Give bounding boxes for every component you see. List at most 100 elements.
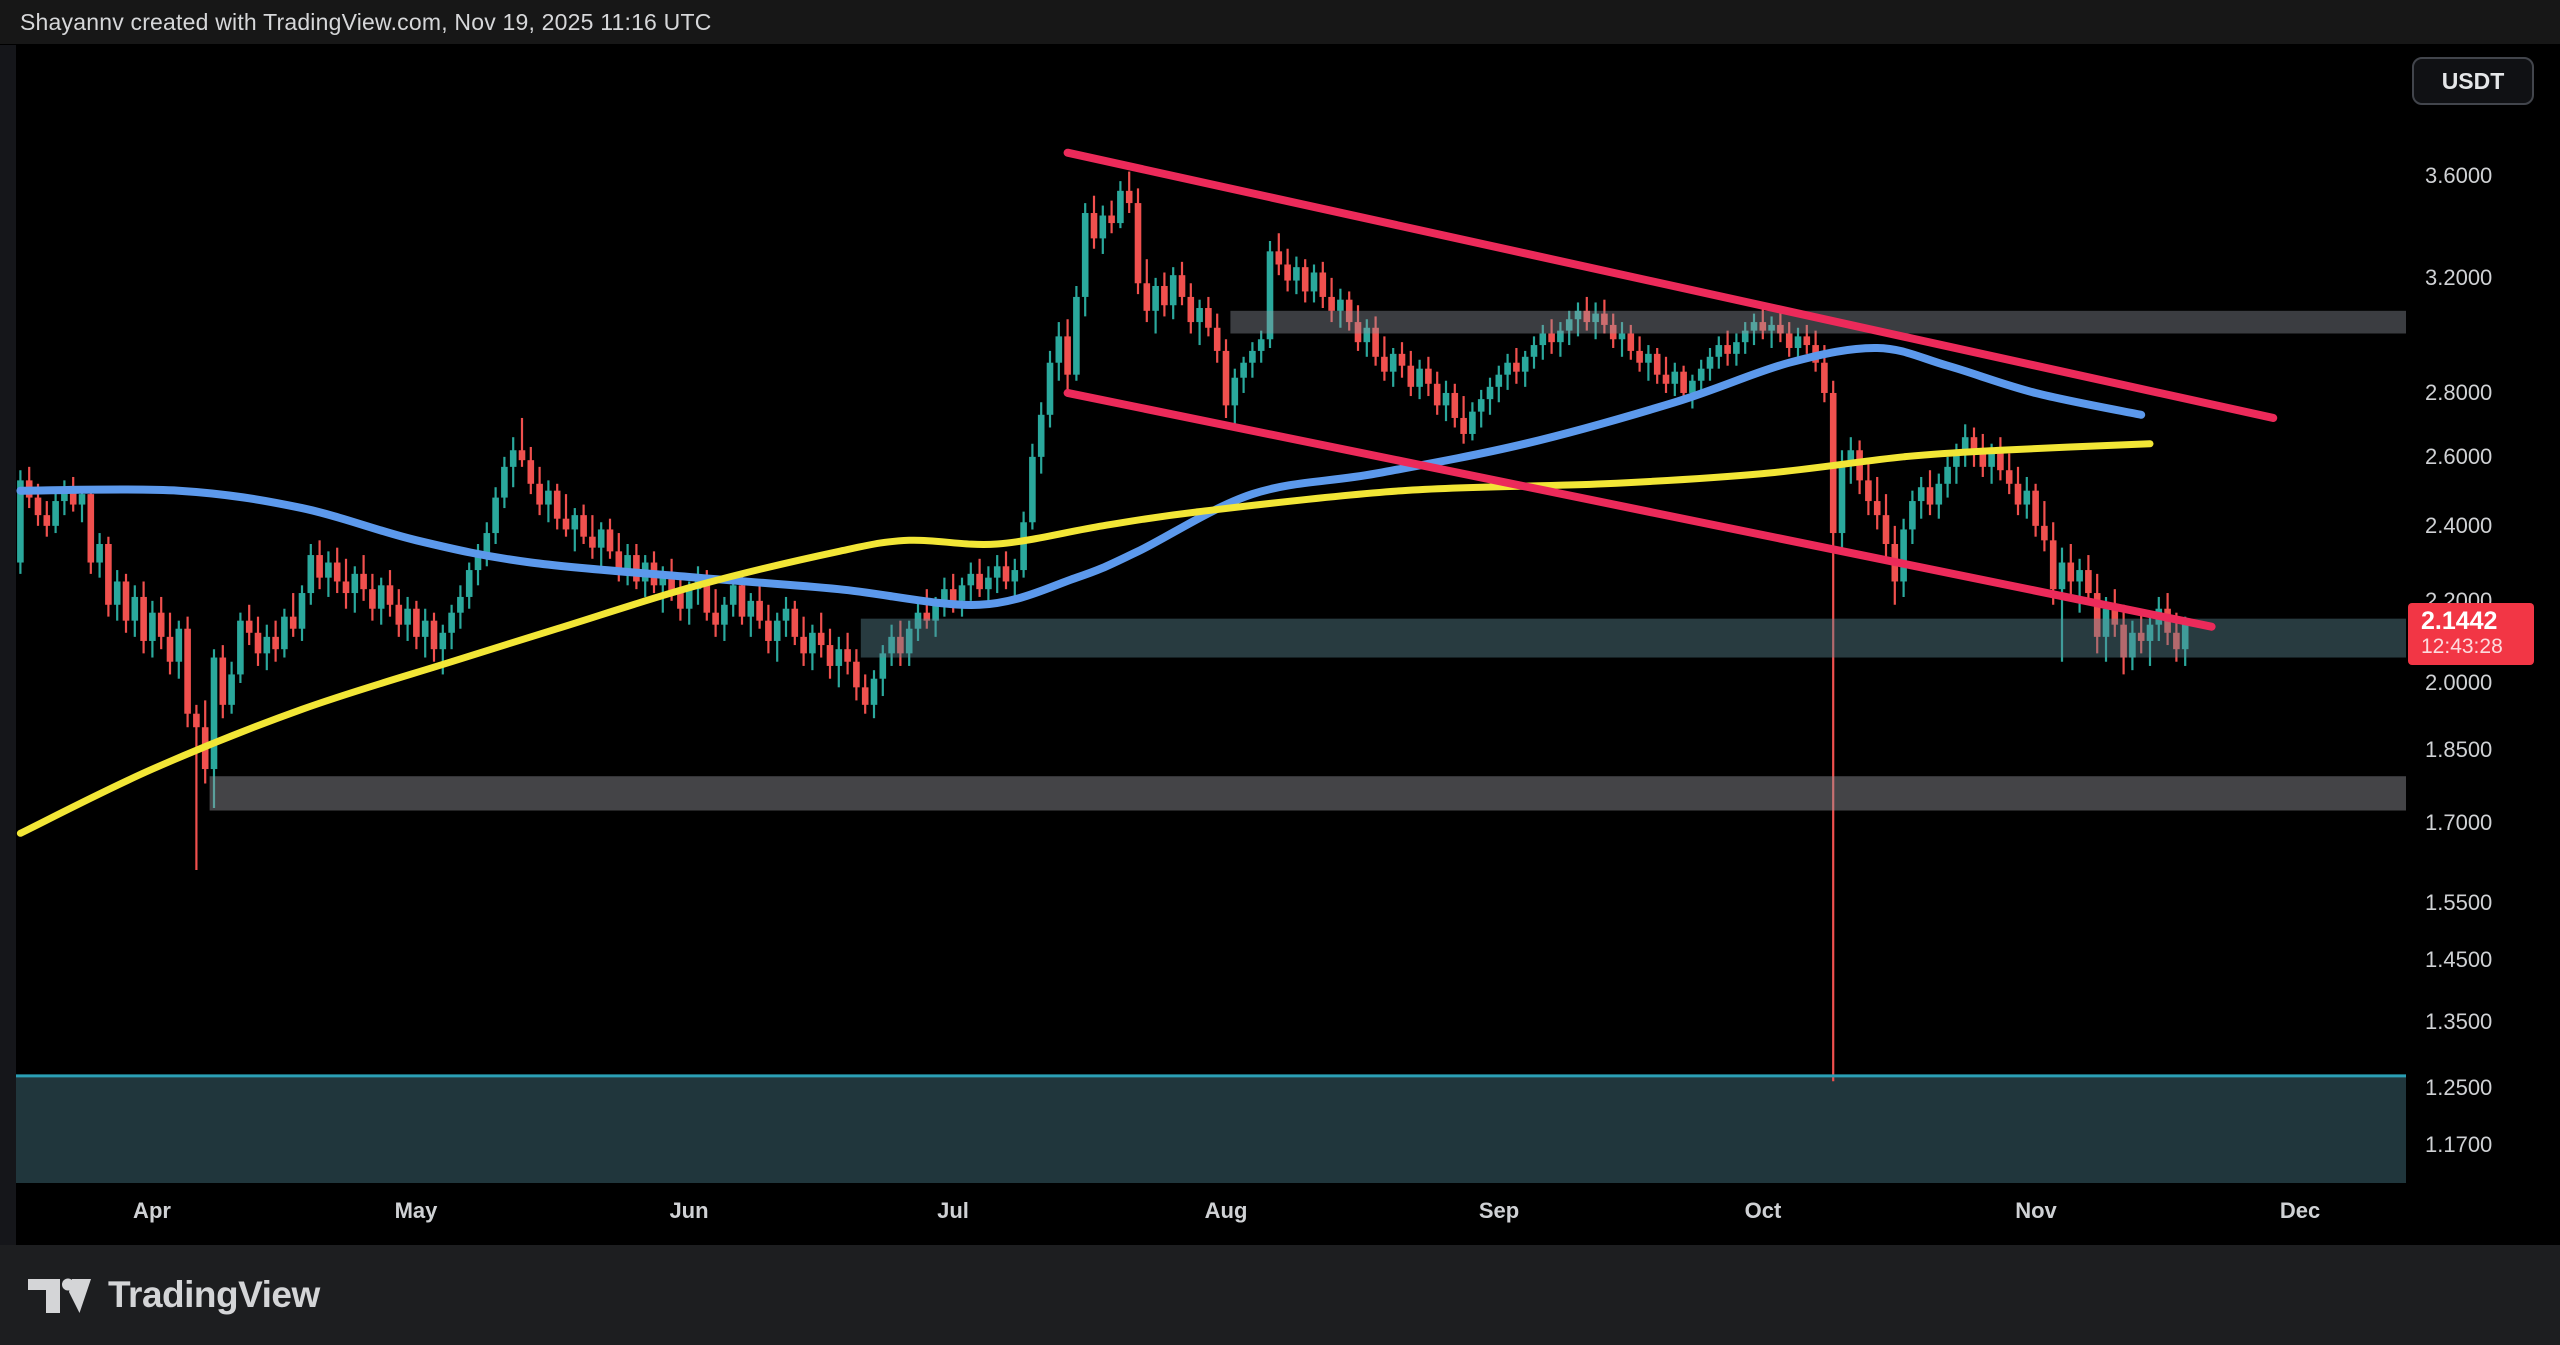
candle-body: [1531, 345, 1538, 357]
candle-body: [2050, 540, 2057, 589]
candle-body: [1936, 484, 1943, 505]
candle-body: [862, 687, 869, 705]
channel-upper[interactable]: [1068, 153, 2274, 418]
candle-body: [871, 679, 878, 705]
candle-body: [413, 609, 420, 637]
candle-body: [1513, 363, 1520, 372]
candle-body: [308, 555, 315, 593]
candle-body: [88, 494, 95, 562]
candle-body: [105, 544, 112, 605]
candle-body: [510, 450, 517, 467]
candle-body: [1117, 191, 1124, 223]
candle-body: [1698, 369, 1705, 381]
candle-body: [501, 467, 508, 498]
tradingview-logo-icon: [28, 1272, 92, 1318]
candle-body: [686, 589, 693, 609]
candle-body: [1170, 275, 1177, 305]
candle-body: [369, 589, 376, 609]
candle-body: [2085, 570, 2092, 593]
candle-body: [1408, 366, 1415, 387]
candle-body: [1636, 351, 1643, 363]
candle-body: [580, 515, 587, 537]
candle-body: [1240, 363, 1247, 378]
y-axis-tick: 2.8000: [2425, 380, 2492, 406]
candle-body: [1795, 336, 1802, 348]
candle-body: [712, 613, 719, 625]
candle-body: [844, 649, 851, 662]
candle-body: [572, 515, 579, 529]
candle-body: [1161, 286, 1168, 305]
candle-body: [2059, 563, 2066, 590]
bar-close-countdown: 12:43:28: [2421, 635, 2534, 659]
candle-body: [1496, 375, 1503, 387]
support-zone-2.1: [861, 619, 2406, 658]
candle-body: [1258, 339, 1265, 351]
candle-body: [1821, 363, 1828, 393]
candle-body: [492, 498, 499, 533]
candle-body: [1135, 203, 1142, 283]
candle-body: [1689, 381, 1696, 393]
candle-body: [730, 585, 737, 604]
candle-body: [1390, 354, 1397, 372]
candle-body: [1038, 415, 1045, 457]
x-axis-label: Nov: [2015, 1198, 2057, 1224]
candle-body: [536, 484, 543, 505]
candle-body: [1733, 342, 1740, 354]
candle-body: [836, 649, 843, 666]
candle-body: [334, 563, 341, 582]
last-price-badge: 2.1442 12:43:28: [2408, 603, 2534, 665]
candle-body: [2024, 491, 2031, 505]
candle-body: [158, 613, 165, 637]
y-axis-tick: 2.6000: [2425, 444, 2492, 470]
candle-body: [272, 637, 279, 649]
candle-body: [466, 570, 473, 597]
price-chart-canvas[interactable]: [0, 0, 2560, 1345]
candle-body: [220, 658, 227, 705]
candle-body: [932, 605, 939, 621]
tradingview-snapshot: Shayannv created with TradingView.com, N…: [0, 0, 2560, 1345]
candle-body: [1293, 267, 1300, 280]
candle-body: [1012, 570, 1019, 581]
candle-body: [2015, 484, 2022, 505]
candle-body: [748, 601, 755, 617]
candle-body: [1416, 369, 1423, 387]
candle-body: [1091, 213, 1098, 238]
y-axis-tick: 3.6000: [2425, 163, 2492, 189]
candle-body: [968, 574, 975, 585]
quote-currency-button[interactable]: USDT: [2412, 57, 2534, 105]
candle-body: [1047, 363, 1054, 415]
candle-body: [985, 578, 992, 590]
candle-body: [281, 617, 288, 650]
candle-body: [96, 544, 103, 563]
candle-body: [132, 597, 139, 621]
candle-body: [598, 529, 605, 547]
candle-body: [607, 529, 614, 551]
y-axis-tick: 2.4000: [2425, 513, 2492, 539]
candle-body: [1328, 297, 1335, 311]
candle-body: [2068, 563, 2075, 582]
y-axis-tick: 2.0000: [2425, 670, 2492, 696]
candle-body: [1188, 297, 1195, 322]
candle-body: [959, 585, 966, 601]
candle-body: [545, 491, 552, 505]
candle-body: [1707, 357, 1714, 369]
candle-body: [976, 574, 983, 589]
candle-body: [554, 491, 561, 519]
candle-body: [1663, 375, 1670, 384]
candle-body: [79, 494, 86, 504]
tradingview-logo: TradingView: [28, 1272, 320, 1318]
candle-body: [1029, 457, 1036, 522]
candle-body: [290, 617, 297, 629]
candle-body: [1874, 501, 1881, 515]
candle-body: [765, 621, 772, 641]
candle-body: [352, 574, 359, 593]
candle-body: [1144, 283, 1151, 311]
candle-body: [2032, 491, 2039, 526]
plot-left-gutter: [0, 45, 16, 1245]
candle-body: [114, 581, 121, 604]
candle-body: [387, 585, 394, 604]
candle-body: [1927, 487, 1934, 504]
y-axis-tick: 1.2500: [2425, 1075, 2492, 1101]
candle-body: [1100, 216, 1107, 239]
candle-body: [167, 637, 174, 662]
